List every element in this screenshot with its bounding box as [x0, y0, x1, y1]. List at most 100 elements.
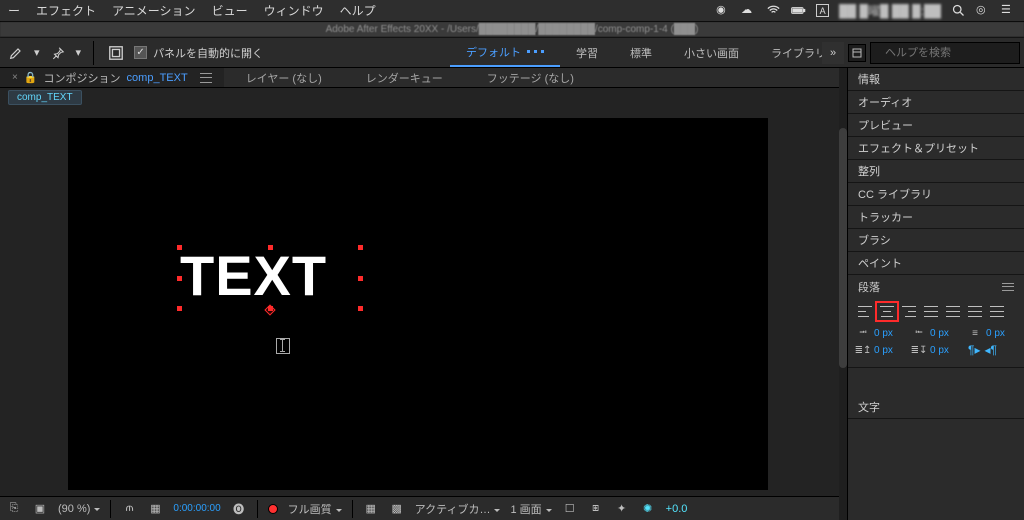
help-search[interactable]	[870, 42, 1020, 64]
zoom-dropdown[interactable]: (90 %)	[58, 503, 100, 515]
tab-layer-none[interactable]: レイヤー (なし)	[224, 68, 344, 87]
tab-render-queue[interactable]: レンダーキュー	[344, 68, 465, 87]
panel-tab-brush[interactable]: ブラシ	[848, 229, 1024, 252]
workspace-learn[interactable]: 学習	[560, 38, 614, 67]
menu-help[interactable]: ヘルプ	[340, 2, 376, 19]
text-layer-bbox[interactable]: TEXT	[180, 248, 360, 308]
timecode[interactable]: 0:00:00:00	[173, 503, 220, 514]
tab-prefix: コンポジション	[44, 70, 121, 86]
overflow-chevrons-icon[interactable]: »	[822, 42, 844, 64]
quality-dropdown[interactable]: フル画質	[288, 501, 342, 517]
mask-color-swatch[interactable]	[268, 504, 278, 514]
auto-open-panel-toggle[interactable]: ✓ パネルを自動的に開く	[134, 45, 263, 61]
handle-bottom-right[interactable]	[358, 306, 363, 311]
comp-chip[interactable]: comp_TEXT	[8, 90, 82, 105]
text-direction-buttons[interactable]: ¶▸ ◂¶	[968, 343, 1016, 357]
panel-tab-audio[interactable]: オーディオ	[848, 91, 1024, 114]
app-toolbar: ▾ ▾ ✓ パネルを自動的に開く デフォルト 学習 標準 小さい画面 ライブラリ…	[0, 38, 1024, 68]
menu-effect[interactable]: エフェクト	[36, 2, 96, 19]
menu-animation[interactable]: アニメーション	[112, 2, 196, 19]
first-line-field[interactable]: ≡ 0 px	[968, 327, 1016, 339]
align-right-button[interactable]	[900, 304, 918, 319]
snapshot-icon[interactable]: 🅞	[231, 502, 247, 516]
tab-close-icon[interactable]: ×	[12, 72, 18, 83]
justify-last-left-button[interactable]	[922, 304, 940, 319]
panel-tab-preview[interactable]: プレビュー	[848, 114, 1024, 137]
exposure-value[interactable]: +0.0	[666, 503, 688, 515]
camera-dropdown[interactable]: アクティブカ…	[415, 501, 501, 517]
composition-viewer[interactable]: TEXT	[0, 106, 847, 496]
res-icon[interactable]: ⫙	[121, 502, 137, 516]
handle-mid-right[interactable]	[358, 276, 363, 281]
handle-top-right[interactable]	[358, 245, 363, 250]
motion-icon[interactable]: ✦	[614, 502, 630, 516]
space-before-field[interactable]: ≣↥ 0 px	[856, 343, 904, 357]
roi-icon[interactable]: ▦	[363, 502, 379, 516]
justify-last-center-button[interactable]	[944, 304, 962, 319]
panel-tab-paint[interactable]: ペイント	[848, 252, 1024, 275]
menu-view[interactable]: ビュー	[212, 2, 248, 19]
tab-comp-link[interactable]: comp_TEXT	[127, 72, 188, 84]
app-menu-trailer[interactable]: ー	[8, 2, 20, 19]
workspace-default[interactable]: デフォルト	[450, 38, 560, 67]
tool-caret-2[interactable]: ▾	[76, 46, 82, 59]
3d-icon[interactable]: ☐	[562, 502, 578, 516]
indent-left-field[interactable]: ⭲ 0 px	[856, 327, 904, 339]
rtl-icon[interactable]: ◂¶	[984, 343, 996, 357]
panel-tab-align[interactable]: 整列	[848, 160, 1024, 183]
panel-tab-info[interactable]: 情報	[848, 68, 1024, 91]
draft3d-icon[interactable]: ⧆	[588, 502, 604, 516]
tool-caret[interactable]: ▾	[34, 46, 40, 59]
help-search-input[interactable]	[883, 46, 1024, 60]
alpha-icon[interactable]: ▣	[32, 502, 48, 516]
indent-right-field[interactable]: ⭰ 0 px	[912, 327, 960, 339]
handle-mid-left[interactable]	[177, 276, 182, 281]
tab-footage-none[interactable]: フッテージ (なし)	[465, 68, 596, 87]
workspace-standard[interactable]: 標準	[614, 38, 668, 67]
menu-window[interactable]: ウィンドウ	[264, 2, 324, 19]
handle-top-center[interactable]	[268, 245, 273, 250]
align-left-button[interactable]	[856, 304, 874, 319]
first-line-value: 0 px	[986, 328, 1005, 339]
snap-icon[interactable]	[106, 43, 126, 63]
ime-icon[interactable]: A	[816, 4, 829, 17]
panel-tab-cc-library[interactable]: CC ライブラリ	[848, 183, 1024, 206]
search-scope-icon[interactable]	[848, 44, 866, 62]
align-center-button[interactable]	[878, 304, 896, 319]
pin-tool-icon[interactable]	[48, 43, 68, 63]
handle-top-left[interactable]	[177, 245, 182, 250]
scrollbar-thumb[interactable]	[839, 128, 847, 368]
pen-tool-icon[interactable]	[6, 43, 26, 63]
ltr-icon[interactable]: ¶▸	[968, 343, 980, 357]
panel-tab-effects[interactable]: エフェクト＆プリセット	[848, 137, 1024, 160]
transparency-icon[interactable]: ▩	[389, 502, 405, 516]
lock-icon[interactable]: 🔒	[24, 71, 38, 84]
workspace-small[interactable]: 小さい画面	[668, 38, 755, 67]
spotlight-icon[interactable]	[951, 3, 966, 18]
panel-menu-icon[interactable]	[200, 73, 212, 83]
workspace-label: 小さい画面	[684, 45, 739, 61]
wifi-icon	[766, 3, 781, 18]
stage-text[interactable]: TEXT	[180, 248, 360, 304]
handle-bottom-left[interactable]	[177, 306, 182, 311]
workspace-active-indicator	[527, 50, 544, 53]
grid-icon[interactable]: ▦	[147, 502, 163, 516]
control-center-icon[interactable]: ☰	[1001, 3, 1016, 18]
siri-icon[interactable]: ◎	[976, 3, 991, 18]
space-after-field[interactable]: ≣↧ 0 px	[912, 343, 960, 357]
exposure-reset-icon[interactable]: ✺	[640, 502, 656, 516]
document-title: Adobe After Effects 20XX - /Users/██████…	[0, 22, 1024, 38]
record-icon: ◉	[716, 3, 731, 18]
vertical-scrollbar[interactable]	[839, 68, 847, 520]
panel-menu-icon[interactable]	[1002, 283, 1014, 291]
tab-composition[interactable]: × 🔒 コンポジション comp_TEXT	[0, 68, 224, 87]
comp-stage[interactable]: TEXT	[68, 118, 768, 490]
views-dropdown[interactable]: 1 画面	[510, 501, 551, 517]
panel-tab-character[interactable]: 文字	[848, 396, 1024, 419]
workspace-label: 学習	[576, 45, 598, 61]
justify-last-right-button[interactable]	[966, 304, 984, 319]
panel-tab-tracker[interactable]: トラッカー	[848, 206, 1024, 229]
justify-all-button[interactable]	[988, 304, 1006, 319]
vb-div3	[352, 500, 353, 518]
link-icon[interactable]: ⎘	[6, 502, 22, 516]
